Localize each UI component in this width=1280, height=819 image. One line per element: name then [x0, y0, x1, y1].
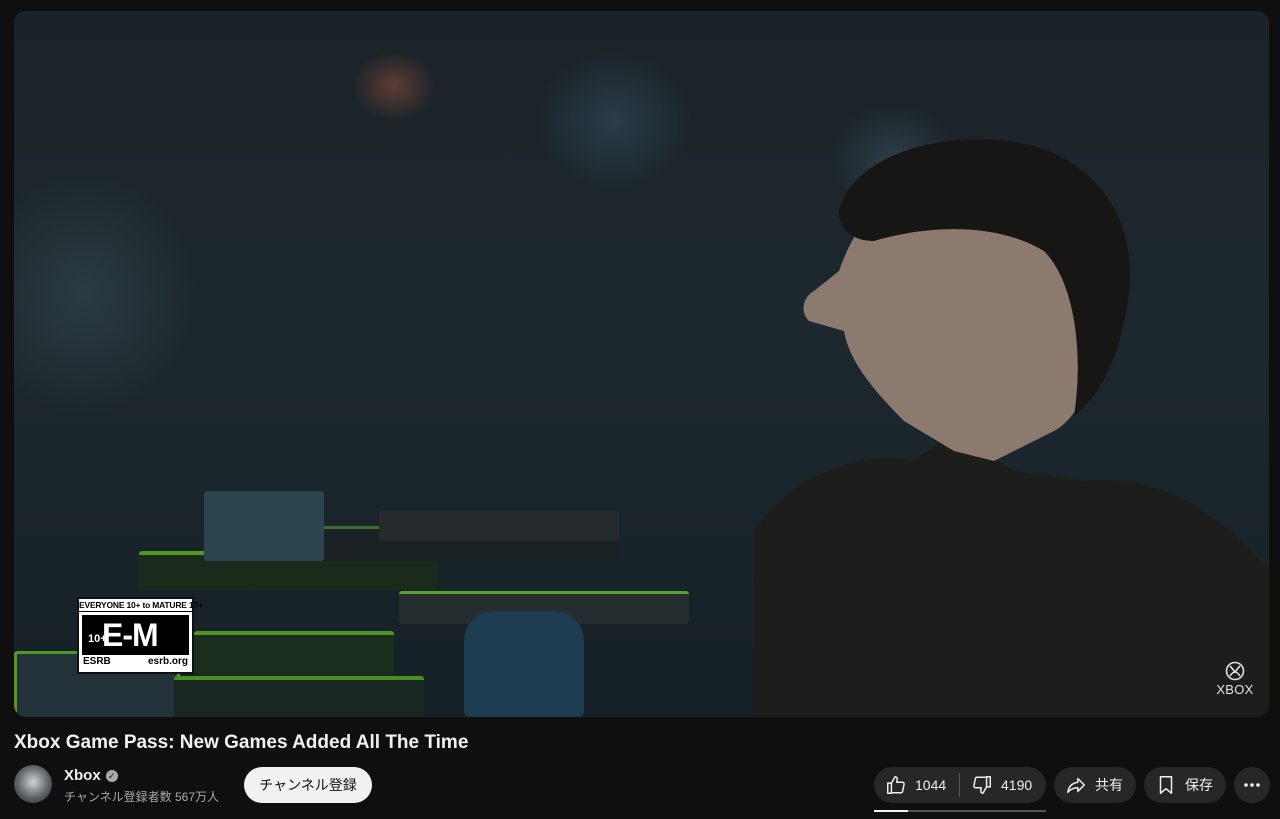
- share-label: 共有: [1095, 777, 1123, 793]
- esrb-rating-badge: EVERYONE 10+ to MATURE 17+ 10+ E-M ESRB …: [77, 597, 203, 674]
- like-count: 1044: [915, 777, 947, 793]
- share-button[interactable]: 共有: [1054, 767, 1136, 803]
- save-button[interactable]: 保存: [1144, 767, 1226, 803]
- like-button[interactable]: 1044: [874, 767, 959, 803]
- rating-symbol: 10+ E-M: [82, 615, 189, 655]
- xbox-watermark-text: XBOX: [1216, 682, 1254, 697]
- rating-range-text: EVERYONE 10+ to MATURE 17+: [79, 600, 203, 612]
- xbox-watermark: XBOX: [1213, 661, 1257, 697]
- verified-check-icon: ✓: [105, 769, 118, 782]
- channel-avatar[interactable]: [14, 765, 52, 803]
- subscriber-count: チャンネル登録者数 567万人: [64, 790, 219, 804]
- game-cases-stack: [14, 441, 714, 717]
- xbox-logo-icon: [1225, 661, 1245, 681]
- channel-name[interactable]: Xbox: [64, 767, 101, 784]
- person-silhouette: [754, 139, 1269, 717]
- like-dislike-group: 1044 4190: [874, 767, 1046, 803]
- save-label: 保存: [1185, 777, 1213, 793]
- bookmark-icon: [1159, 776, 1173, 794]
- video-title: Xbox Game Pass: New Games Added All The …: [14, 732, 469, 753]
- like-ratio-bar: [874, 810, 1046, 812]
- rating-site: esrb.org: [147, 656, 188, 667]
- dislike-button[interactable]: 4190: [960, 767, 1032, 803]
- like-ratio-fill: [874, 810, 909, 812]
- rating-org: ESRB: [83, 656, 111, 667]
- more-horizontal-icon: [1244, 783, 1260, 787]
- dislike-count: 4190: [1001, 777, 1033, 793]
- subscribe-button[interactable]: チャンネル登録: [244, 767, 372, 803]
- video-player[interactable]: EVERYONE 10+ to MATURE 17+ 10+ E-M ESRB …: [14, 11, 1269, 717]
- thumbs-up-icon: [887, 776, 905, 794]
- share-arrow-icon: [1067, 777, 1085, 794]
- channel-name-row[interactable]: Xbox ✓: [64, 767, 118, 784]
- thumbs-down-icon: [973, 776, 991, 794]
- rating-letters: E-M: [102, 617, 159, 653]
- more-actions-button[interactable]: [1234, 767, 1270, 803]
